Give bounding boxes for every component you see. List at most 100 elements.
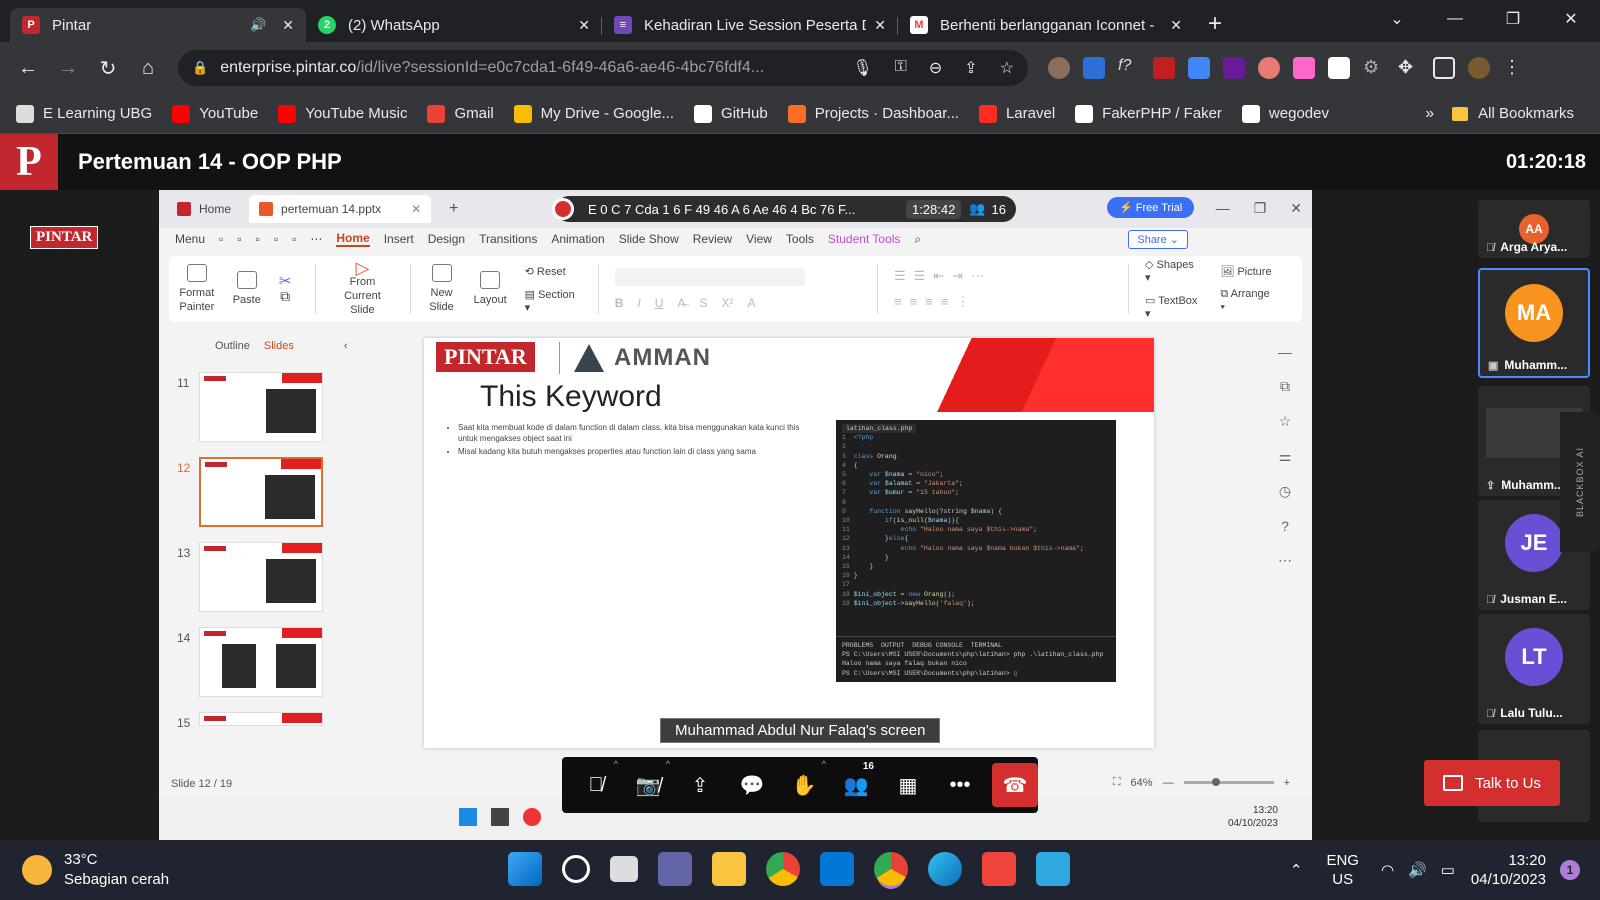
mic-icon[interactable]: 🎙 bbox=[852, 58, 872, 78]
close-icon[interactable]: ✕ bbox=[874, 17, 886, 34]
bookmark-item[interactable]: Gmail bbox=[427, 104, 494, 123]
new-slide-button[interactable]: New Slide bbox=[427, 264, 455, 314]
underline-icon[interactable]: U bbox=[655, 296, 664, 310]
share-button[interactable]: Share ⌄ bbox=[1128, 230, 1188, 249]
superscript-icon[interactable]: X² bbox=[721, 296, 733, 310]
copy-icon[interactable]: ⧉ bbox=[1280, 378, 1290, 395]
extension-icon[interactable]: f? bbox=[1118, 57, 1140, 79]
system-clock[interactable]: 13:20 04/10/2023 bbox=[1471, 851, 1546, 889]
thumb-row[interactable]: 15 bbox=[177, 712, 323, 730]
close-icon[interactable]: ✕ bbox=[282, 17, 294, 34]
layout-button[interactable]: Layout bbox=[474, 271, 507, 307]
wifi-icon[interactable]: ◠ bbox=[1381, 861, 1394, 879]
close-icon[interactable]: ✕ bbox=[578, 17, 590, 34]
close-icon[interactable]: ✕ bbox=[411, 202, 421, 216]
thumb-row[interactable]: 12 bbox=[177, 457, 323, 527]
format-painter-button[interactable]: Format Painter bbox=[179, 264, 215, 314]
notepad-icon[interactable] bbox=[1036, 852, 1070, 886]
language-indicator[interactable]: ENG US bbox=[1326, 851, 1359, 889]
folder-icon[interactable]: ▫ bbox=[219, 232, 223, 246]
task-view-icon[interactable] bbox=[610, 856, 638, 882]
bookmark-item[interactable]: Laravel bbox=[978, 104, 1055, 123]
star-icon[interactable]: ☆ bbox=[1279, 413, 1292, 430]
minus-icon[interactable]: — bbox=[1278, 344, 1292, 360]
section-button[interactable]: ▤ Section ▾ bbox=[525, 288, 580, 314]
bookmarks-more-button[interactable]: » bbox=[1425, 105, 1434, 123]
forward-button[interactable]: → bbox=[48, 57, 88, 80]
thumb-row[interactable]: 11 bbox=[177, 372, 323, 442]
bookmark-item[interactable]: YouTube bbox=[172, 104, 258, 123]
font-color-icon[interactable]: A bbox=[747, 296, 755, 310]
save-icon[interactable]: ▫ bbox=[237, 232, 241, 246]
close-window-button[interactable]: ✕ bbox=[1542, 9, 1600, 29]
zoom-level[interactable]: 64% bbox=[1131, 777, 1153, 789]
all-bookmarks-button[interactable]: All Bookmarks bbox=[1452, 105, 1574, 122]
extension-icon[interactable] bbox=[1258, 57, 1280, 79]
speaker-icon[interactable]: 🔊 bbox=[250, 17, 266, 33]
font-select[interactable] bbox=[614, 268, 805, 286]
close-window-button[interactable]: ✕ bbox=[1290, 200, 1302, 217]
record-icon[interactable] bbox=[552, 198, 574, 220]
from-current-slide-button[interactable]: ▷ From Current Slide bbox=[332, 259, 392, 317]
restore-button[interactable]: ❐ bbox=[1254, 200, 1267, 217]
participant-tile[interactable]: LT 🎙̸ Lalu Tulu... bbox=[1478, 614, 1590, 724]
more-icon[interactable]: ⋮ bbox=[1503, 57, 1525, 79]
bookmark-item[interactable]: YouTube Music bbox=[278, 104, 407, 123]
chevron-up-icon[interactable]: ⌃ bbox=[1290, 861, 1303, 879]
thumb-row[interactable]: 13 bbox=[177, 542, 323, 612]
participants-button[interactable]: 👥 16 bbox=[830, 757, 882, 813]
extension-icon[interactable] bbox=[1223, 57, 1245, 79]
more-icon[interactable]: ⋯ bbox=[1278, 552, 1292, 569]
tab-pintar[interactable]: P Pintar 🔊 ✕ bbox=[10, 8, 306, 42]
bookmark-item[interactable]: GitHub bbox=[694, 104, 768, 123]
raise-hand-button[interactable]: ✋ ^ bbox=[778, 757, 830, 813]
battery-icon[interactable]: ▭ bbox=[1441, 861, 1455, 879]
weather-widget[interactable]: 33°C Sebagian cerah bbox=[22, 850, 169, 890]
export-icon[interactable]: ▫ bbox=[256, 232, 260, 246]
notification-badge[interactable]: 1 bbox=[1560, 860, 1580, 880]
extension-icon[interactable] bbox=[1293, 57, 1315, 79]
shapes-button[interactable]: ◇ Shapes ▾ bbox=[1145, 258, 1202, 284]
teams-icon[interactable] bbox=[658, 852, 692, 886]
layout-button[interactable]: ▦ bbox=[882, 757, 934, 813]
slide-thumbnail[interactable] bbox=[199, 372, 323, 442]
chrome-icon[interactable] bbox=[766, 852, 800, 886]
home-button[interactable]: ⌂ bbox=[128, 57, 168, 80]
search-icon[interactable] bbox=[562, 855, 590, 883]
bookmark-item[interactable]: My Drive - Google... bbox=[513, 104, 674, 123]
sliders-icon[interactable]: ⚌ bbox=[1279, 448, 1292, 465]
minimize-button[interactable]: — bbox=[1216, 200, 1230, 217]
share-screen-button[interactable]: ⇪ bbox=[674, 757, 726, 813]
preview-icon[interactable]: ▫ bbox=[292, 232, 296, 246]
print-icon[interactable]: ▫ bbox=[274, 232, 278, 246]
free-trial-button[interactable]: ⚡ Free Trial bbox=[1107, 197, 1195, 218]
mic-button[interactable]: 🎙̸ ^ bbox=[570, 757, 622, 813]
avatar[interactable] bbox=[1468, 57, 1490, 79]
menu-design[interactable]: Design bbox=[428, 232, 465, 246]
windows-start-icon[interactable] bbox=[508, 852, 542, 886]
tab-search-icon[interactable]: ⌄ bbox=[1368, 9, 1426, 29]
share-icon[interactable]: ⇪ bbox=[964, 58, 977, 78]
slide-thumbnail[interactable] bbox=[199, 627, 323, 697]
menu-view[interactable]: View bbox=[746, 232, 772, 246]
paste-button[interactable]: Paste bbox=[233, 271, 261, 307]
menu-tools[interactable]: Tools bbox=[786, 232, 814, 246]
strike-icon[interactable]: A̶ bbox=[677, 296, 685, 310]
back-button[interactable]: ← bbox=[8, 57, 48, 80]
menu-student-tools[interactable]: Student Tools bbox=[828, 232, 901, 246]
cut-button[interactable]: ✂ ⧉ bbox=[279, 274, 292, 303]
menu-home[interactable]: Home bbox=[336, 231, 370, 247]
address-bar[interactable]: 🔒 enterprise.pintar.co /id/live?sessionI… bbox=[178, 50, 1028, 86]
collapse-icon[interactable]: ‹ bbox=[344, 340, 348, 352]
add-tab-icon[interactable]: + bbox=[449, 200, 458, 218]
history-icon[interactable]: ◷ bbox=[1279, 483, 1291, 500]
close-icon[interactable]: ✕ bbox=[1170, 17, 1182, 34]
bookmark-item[interactable]: FakerPHP / Faker bbox=[1075, 104, 1222, 123]
outline-tab[interactable]: Outline bbox=[215, 340, 250, 352]
help-icon[interactable]: ? bbox=[1281, 518, 1289, 534]
slide-canvas[interactable]: PINTAR AMMAN This Keyword Saat kita memb… bbox=[424, 338, 1154, 748]
vscode-icon[interactable] bbox=[820, 852, 854, 886]
more-button[interactable]: ••• bbox=[934, 757, 986, 813]
reload-button[interactable]: ↻ bbox=[88, 56, 128, 81]
wps-file-tab[interactable]: pertemuan 14.pptx ✕ bbox=[249, 195, 432, 223]
